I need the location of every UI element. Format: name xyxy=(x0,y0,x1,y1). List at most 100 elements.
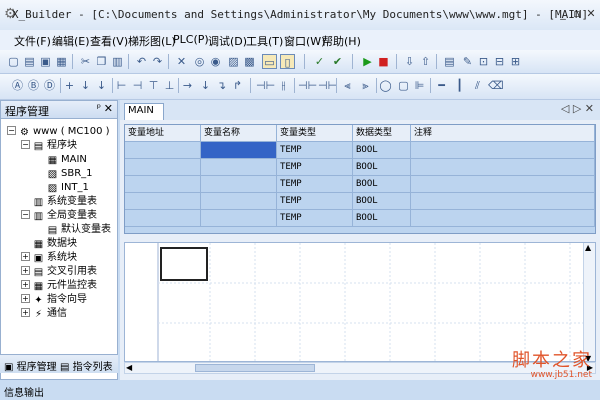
lock-icon[interactable]: ⊡ xyxy=(476,54,491,69)
line-up-icon[interactable]: ↱ xyxy=(230,78,245,93)
compile-icon[interactable]: ✓ xyxy=(312,54,327,69)
table-cell[interactable]: TEMP xyxy=(277,210,353,227)
close-button[interactable]: ✕ xyxy=(584,7,598,21)
line-right-icon[interactable]: → xyxy=(180,78,195,93)
pin-icon[interactable]: ᵖ xyxy=(97,103,101,114)
no-contact-icon[interactable]: ⊣⊢ xyxy=(256,78,275,93)
view-mode-icon[interactable]: ▭ xyxy=(262,54,277,69)
replace-icon[interactable]: ◉ xyxy=(208,54,223,69)
tab-navigation[interactable]: ◁ ▷ ✕ xyxy=(561,102,594,115)
tree-item-sbr1[interactable]: ▧ SBR_1 xyxy=(47,167,93,180)
tree-item-system-block[interactable]: + ▣ 系统块 xyxy=(21,251,77,264)
minimize-button[interactable]: _ xyxy=(556,7,570,21)
tab-main[interactable]: MAIN xyxy=(124,103,164,120)
falling-edge-icon[interactable]: ⊣⊢ xyxy=(318,78,337,93)
down-arrow-icon[interactable]: ↓ xyxy=(78,78,93,93)
menu-help[interactable]: 帮助(H) xyxy=(322,33,361,49)
table-cell[interactable] xyxy=(411,142,595,159)
save-icon[interactable]: ▣ xyxy=(38,54,53,69)
horizontal-line-icon[interactable]: ━ xyxy=(434,78,449,93)
save-all-icon[interactable]: ▦ xyxy=(54,54,69,69)
stop-icon[interactable]: ■ xyxy=(376,54,391,69)
monitor-table-icon[interactable]: ▤ xyxy=(442,54,457,69)
copy-icon[interactable]: ❐ xyxy=(94,54,109,69)
menu-ladder[interactable]: 梯形图(L) xyxy=(128,33,176,49)
menu-tools[interactable]: 工具(T) xyxy=(246,33,283,49)
tree-item-instruction-wizard[interactable]: + ✦ 指令向导 xyxy=(21,293,87,306)
positive-pulse-icon[interactable]: ⫷ xyxy=(340,78,355,93)
table-cell[interactable] xyxy=(201,159,277,176)
box-icon[interactable]: ▢ xyxy=(396,78,411,93)
cut-icon[interactable]: ✂ xyxy=(78,54,93,69)
table-cell[interactable] xyxy=(411,210,595,227)
ladder-view-icon[interactable]: Ⓐ xyxy=(10,78,25,93)
tree-expander[interactable]: − xyxy=(21,210,30,219)
table-cell[interactable] xyxy=(125,142,201,159)
tree-item-global-variables[interactable]: − ▥ 全局变量表 xyxy=(21,209,97,222)
merge-icon[interactable]: ⊥ xyxy=(162,78,177,93)
table-cell[interactable] xyxy=(201,193,277,210)
rising-edge-icon[interactable]: ⊣⊢ xyxy=(298,78,317,93)
table-cell[interactable]: BOOL xyxy=(353,142,411,159)
tree-item-cross-reference[interactable]: + ▤ 交叉引用表 xyxy=(21,265,97,278)
table-cell[interactable] xyxy=(411,159,595,176)
scroll-left-icon[interactable]: ◀ xyxy=(126,363,132,372)
vertical-line-icon[interactable]: ┃ xyxy=(452,78,467,93)
tree-item-default-variables[interactable]: ▤ 默认变量表 xyxy=(47,223,111,236)
table-cell[interactable] xyxy=(125,193,201,210)
edit-icon[interactable]: ✎ xyxy=(460,54,475,69)
table-cell[interactable] xyxy=(125,210,201,227)
print-icon[interactable]: ▩ xyxy=(242,54,257,69)
vertical-scrollbar[interactable]: ▲ ▼ xyxy=(583,243,595,361)
nc-contact-icon[interactable]: ⫲ xyxy=(276,78,291,93)
table-cell[interactable] xyxy=(125,176,201,193)
line-down-icon[interactable]: ↓ xyxy=(198,78,213,93)
table-cell[interactable]: TEMP xyxy=(277,193,353,210)
split-view-icon[interactable]: ▯ xyxy=(280,54,295,69)
line-left-down-icon[interactable]: ↴ xyxy=(214,78,229,93)
tab-program-manager[interactable]: ▣ 程序管理 xyxy=(4,358,57,373)
password-icon[interactable]: ⊞ xyxy=(508,54,523,69)
table-cell[interactable] xyxy=(411,176,595,193)
upload-icon[interactable]: ⇧ xyxy=(418,54,433,69)
compile-all-icon[interactable]: ✔ xyxy=(330,54,345,69)
find-icon[interactable]: ◎ xyxy=(192,54,207,69)
table-cell[interactable]: TEMP xyxy=(277,176,353,193)
coil-icon[interactable]: ◯ xyxy=(378,78,393,93)
table-cell[interactable]: TEMP xyxy=(277,159,353,176)
insert-column-icon[interactable]: ↓ xyxy=(94,78,109,93)
menu-debug[interactable]: 调试(D) xyxy=(208,33,247,49)
print-preview-icon[interactable]: ▨ xyxy=(226,54,241,69)
new-icon[interactable]: ▢ xyxy=(6,54,21,69)
tab-instruction-list[interactable]: ▤ 指令列表 xyxy=(60,358,113,373)
table-cell[interactable]: BOOL xyxy=(353,176,411,193)
paste-icon[interactable]: ▥ xyxy=(110,54,125,69)
menu-plc[interactable]: PLC(P) xyxy=(173,33,209,46)
tree-expander[interactable]: + xyxy=(21,266,30,275)
table-cell[interactable]: BOOL xyxy=(353,193,411,210)
branch-icon[interactable]: ⊤ xyxy=(146,78,161,93)
delete-element-icon[interactable]: ⌫ xyxy=(488,78,504,93)
tree-expander[interactable]: + xyxy=(21,294,30,303)
tree-item-project[interactable]: − ⚙ www ( MC100 ) xyxy=(7,125,110,138)
delete-icon[interactable]: ✕ xyxy=(174,54,189,69)
tree-expander[interactable]: + xyxy=(21,280,30,289)
not-icon[interactable]: ⫽ xyxy=(470,78,485,93)
tree-item-communication[interactable]: + ⚡ 通信 xyxy=(21,307,67,320)
tree-item-int1[interactable]: ▨ INT_1 xyxy=(47,181,89,194)
unlock-icon[interactable]: ⊟ xyxy=(492,54,507,69)
tree-item-element-monitor[interactable]: + ▦ 元件监控表 xyxy=(21,279,97,292)
negative-pulse-icon[interactable]: ⫸ xyxy=(358,78,373,93)
table-cell[interactable]: TEMP xyxy=(277,142,353,159)
insert-network-icon[interactable]: ⊢ xyxy=(114,78,129,93)
menu-view[interactable]: 查看(V) xyxy=(90,33,128,49)
panel-close-icon[interactable]: ✕ xyxy=(104,102,113,115)
tree-item-data-block[interactable]: ▦ 数据块 xyxy=(33,237,77,250)
table-cell[interactable]: BOOL xyxy=(353,159,411,176)
function-block-icon[interactable]: ⊫ xyxy=(412,78,427,93)
insert-row-icon[interactable]: + xyxy=(62,78,77,93)
open-icon[interactable]: ▤ xyxy=(22,54,37,69)
restore-button[interactable]: ▫ xyxy=(570,7,584,21)
undo-icon[interactable]: ↶ xyxy=(134,54,149,69)
fbd-view-icon[interactable]: Ⓓ xyxy=(42,78,57,93)
